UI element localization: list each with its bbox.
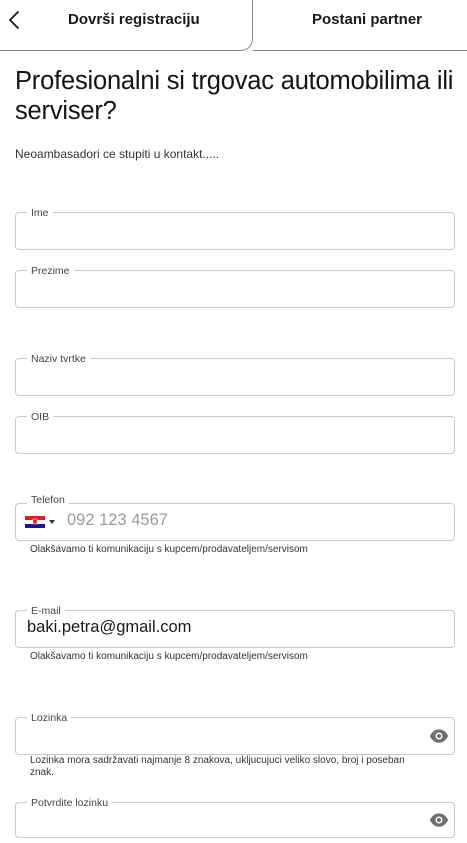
tab-label-other: Postani partner xyxy=(312,11,423,28)
telefon-helper: Olakšavamo ti komunikaciju s kupcem/prod… xyxy=(30,544,308,555)
chevron-left-icon[interactable] xyxy=(6,10,24,30)
lozinka-input[interactable] xyxy=(15,717,455,755)
telefon-label: Telefon xyxy=(27,494,69,506)
ime-label: Ime xyxy=(27,207,53,219)
telefon-placeholder: 092 123 4567 xyxy=(67,511,168,529)
header-tabs: Dovrši registraciju Postani partner xyxy=(0,0,467,52)
chevron-down-icon[interactable] xyxy=(49,520,55,524)
page-subtitle: Neoambasadori ce stupiti u kontakt..... xyxy=(15,147,220,161)
croatia-flag-icon[interactable] xyxy=(25,516,45,528)
eye-icon[interactable] xyxy=(429,810,449,830)
oib-input[interactable] xyxy=(15,416,455,454)
email-label: E-mail xyxy=(27,605,65,617)
email-value: baki.petra@gmail.com xyxy=(27,618,192,636)
eye-icon[interactable] xyxy=(429,726,449,746)
prezime-label: Prezime xyxy=(27,265,74,277)
tab-postani-partner[interactable]: Postani partner xyxy=(253,0,467,51)
tab-dovrsi-registraciju[interactable]: Dovrši registraciju xyxy=(0,0,253,51)
lozinka-label: Lozinka xyxy=(27,712,72,724)
prezime-input[interactable] xyxy=(15,270,455,308)
oib-label: OIB xyxy=(27,411,54,423)
naziv-tvrtke-label: Naziv tvrtke xyxy=(27,353,90,365)
page-title: Profesionalni si trgovac automobilima il… xyxy=(15,67,454,125)
potvrdite-lozinku-label: Potvrdite lozinku xyxy=(27,797,113,809)
tab-label-active: Dovrši registraciju xyxy=(68,11,200,28)
email-helper: Olakšavamo ti komunikaciju s kupcem/prod… xyxy=(30,651,308,662)
ime-input[interactable] xyxy=(15,212,455,250)
lozinka-helper: Lozinka mora sadržavati najmanje 8 znako… xyxy=(30,755,405,778)
